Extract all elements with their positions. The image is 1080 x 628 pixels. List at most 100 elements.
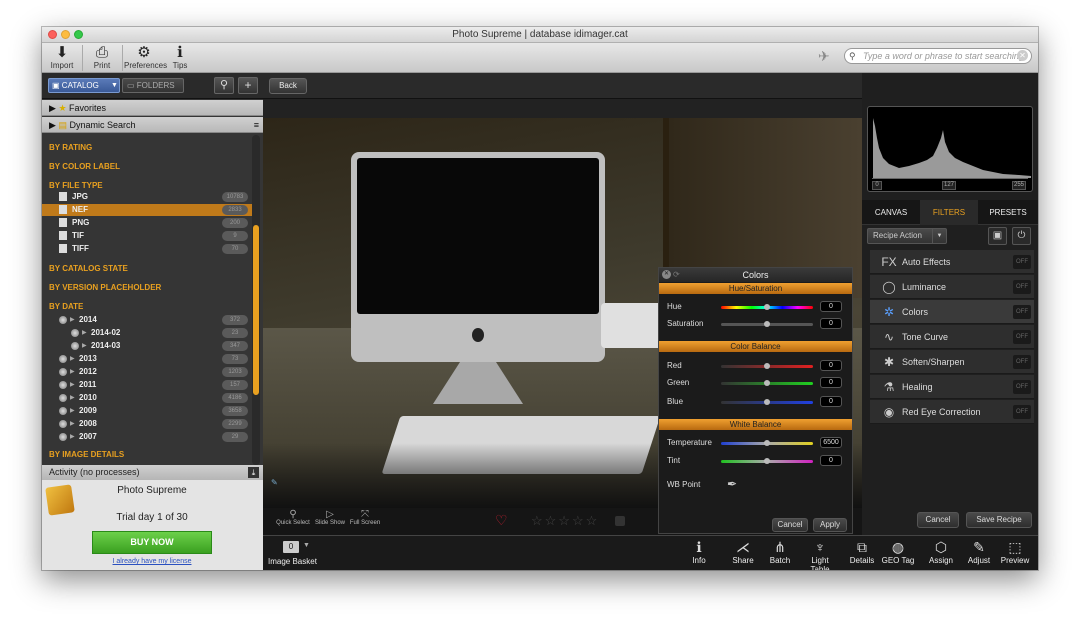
filter-item[interactable]: FX Auto Effects OFF xyxy=(870,250,1034,274)
minimize-window-button[interactable] xyxy=(61,30,70,39)
date-item[interactable]: ▶ 2007 29 xyxy=(42,431,252,443)
file-type-item[interactable]: TIF 9 xyxy=(42,230,252,242)
date-item[interactable]: ▶ 2014-03 347 xyxy=(42,340,252,352)
tab-filters[interactable]: FILTERS xyxy=(920,200,978,225)
temperature-value-input[interactable]: 6500 xyxy=(820,437,842,448)
temperature-slider[interactable] xyxy=(721,440,813,446)
bottom-button-preview[interactable]: ⬚ Preview xyxy=(998,536,1032,570)
date-item[interactable]: ▶ 2011 157 xyxy=(42,379,252,391)
red-slider[interactable] xyxy=(721,363,813,369)
expand-arrow-icon[interactable]: ▶ xyxy=(70,431,75,443)
quick-select-button[interactable]: ⚲ Quick Select xyxy=(275,509,311,526)
zoom-window-button[interactable] xyxy=(74,30,83,39)
expand-arrow-icon[interactable]: ▶ xyxy=(82,327,87,339)
bottom-button-info[interactable]: ℹ Info xyxy=(680,536,718,570)
bottom-button-geo-tag[interactable]: ◍ GEO Tag xyxy=(879,536,917,570)
file-type-item[interactable]: PNG 200 xyxy=(42,217,252,229)
filter-off-toggle[interactable]: OFF xyxy=(1013,305,1031,319)
expand-arrow-icon[interactable]: ▶ xyxy=(70,392,75,404)
tab-canvas[interactable]: CANVAS xyxy=(862,200,920,225)
section-by-catalog-state[interactable]: BY CATALOG STATE xyxy=(49,264,128,273)
section-by-image-details[interactable]: BY IMAGE DETAILS xyxy=(49,450,124,459)
expand-arrow-icon[interactable]: ▶ xyxy=(70,379,75,391)
tint-slider[interactable] xyxy=(721,458,813,464)
section-by-date[interactable]: BY DATE xyxy=(49,302,83,311)
bottom-button-adjust[interactable]: ✎ Adjust xyxy=(960,536,998,570)
expand-arrow-icon[interactable]: ▶ xyxy=(70,314,75,326)
section-by-rating[interactable]: BY RATING xyxy=(49,143,92,152)
filter-off-toggle[interactable]: OFF xyxy=(1013,255,1031,269)
red-value-input[interactable]: 0 xyxy=(820,360,842,371)
close-window-button[interactable] xyxy=(48,30,57,39)
save-recipe-icon[interactable]: ▣ xyxy=(988,227,1007,245)
pin-icon[interactable]: ✎ xyxy=(271,478,278,487)
bottom-button-details[interactable]: ⧉ Details xyxy=(843,536,881,570)
close-dialog-icon[interactable]: ✕ xyxy=(662,270,671,279)
refresh-dialog-icon[interactable]: ⟳ xyxy=(673,268,680,282)
filter-item[interactable]: ⚗ Healing OFF xyxy=(870,375,1034,399)
bottom-button-batch[interactable]: ⋔ Batch xyxy=(761,536,799,570)
recipe-action-select[interactable]: Recipe Action ▼ xyxy=(867,228,947,244)
filter-off-toggle[interactable]: OFF xyxy=(1013,330,1031,344)
hue-slider[interactable] xyxy=(721,304,813,310)
rating-stars[interactable]: ☆☆☆☆☆ xyxy=(531,513,599,529)
full-screen-button[interactable]: ⤧ Full Screen xyxy=(348,509,382,526)
print-button[interactable]: ⎙ Print xyxy=(82,44,122,70)
have-license-link[interactable]: I already have my license xyxy=(82,558,222,565)
green-slider[interactable] xyxy=(721,380,813,386)
recipe-cancel-button[interactable]: Cancel xyxy=(917,512,959,528)
filter-off-toggle[interactable]: OFF xyxy=(1013,405,1031,419)
heart-icon[interactable]: ♡ xyxy=(495,512,508,529)
date-item[interactable]: ▶ 2012 1203 xyxy=(42,366,252,378)
basket-dropdown-icon[interactable]: ▼ xyxy=(303,542,310,549)
bottom-button-light-table[interactable]: ♆ Light Table xyxy=(801,536,839,570)
expand-arrow-icon[interactable]: ▶ xyxy=(82,340,87,352)
filter-off-toggle[interactable]: OFF xyxy=(1013,380,1031,394)
catalog-dropdown-icon[interactable]: ▼ xyxy=(109,78,120,93)
date-item[interactable]: ▶ 2013 73 xyxy=(42,353,252,365)
filter-off-toggle[interactable]: OFF xyxy=(1013,355,1031,369)
menu-icon[interactable]: ≡ xyxy=(254,117,259,133)
date-item[interactable]: ▶ 2014 372 xyxy=(42,314,252,326)
green-value-input[interactable]: 0 xyxy=(820,377,842,388)
file-type-item[interactable]: JPG 10783 xyxy=(42,191,252,203)
tab-presets[interactable]: PRESETS xyxy=(978,200,1038,225)
buy-now-button[interactable]: BUY NOW xyxy=(92,531,212,554)
blue-value-input[interactable]: 0 xyxy=(820,396,842,407)
tint-value-input[interactable]: 0 xyxy=(820,455,842,466)
saturation-value-input[interactable]: 0 xyxy=(820,318,842,329)
import-button[interactable]: ⬇ Import xyxy=(42,44,82,70)
histogram-white-point[interactable]: 255 xyxy=(1012,181,1026,190)
dynamic-search-row[interactable]: ▶ ▤ Dynamic Search ≡ xyxy=(42,117,263,133)
filter-item[interactable]: ✲ Colors OFF xyxy=(870,300,1034,324)
date-item[interactable]: ▶ 2010 4186 xyxy=(42,392,252,404)
section-by-file-type[interactable]: BY FILE TYPE xyxy=(49,181,103,190)
section-by-color-label[interactable]: BY COLOR LABEL xyxy=(49,162,120,171)
filter-off-toggle[interactable]: OFF xyxy=(1013,280,1031,294)
section-by-version-placeholder[interactable]: BY VERSION PLACEHOLDER xyxy=(49,283,161,292)
filter-item[interactable]: ◉ Red Eye Correction OFF xyxy=(870,400,1034,424)
back-button[interactable]: Back xyxy=(269,78,307,94)
blue-slider[interactable] xyxy=(721,399,813,405)
histogram-black-point[interactable]: 0 xyxy=(872,181,882,190)
file-type-item[interactable]: NEF 2833 xyxy=(42,204,252,216)
filter-item[interactable]: ✱ Soften/Sharpen OFF xyxy=(870,350,1034,374)
color-label-swatch[interactable] xyxy=(615,516,625,526)
histogram-mid-point[interactable]: 127 xyxy=(942,181,956,190)
tree-scrollbar[interactable] xyxy=(252,135,260,465)
dialog-apply-button[interactable]: Apply xyxy=(813,518,847,532)
preferences-button[interactable]: ⚙ Preferences xyxy=(124,44,167,70)
expand-arrow-icon[interactable]: ▶ xyxy=(70,353,75,365)
date-item[interactable]: ▶ 2009 3658 xyxy=(42,405,252,417)
expand-arrow-icon[interactable]: ▶ xyxy=(70,418,75,430)
filter-item[interactable]: ∿ Tone Curve OFF xyxy=(870,325,1034,349)
slide-show-button[interactable]: ▷ Slide Show xyxy=(313,509,347,526)
search-input[interactable]: ⚲ Type a word or phrase to start searchi… xyxy=(844,48,1032,64)
bottom-button-share[interactable]: ⋌ Share xyxy=(724,536,762,570)
activity-toggle-icon[interactable]: ⤓ xyxy=(248,467,259,478)
clear-search-icon[interactable]: ✕ xyxy=(1017,50,1028,61)
folders-tab[interactable]: ▭ FOLDERS xyxy=(122,78,184,93)
bottom-button-assign[interactable]: ⬡ Assign xyxy=(922,536,960,570)
filter-item[interactable]: ◯ Luminance OFF xyxy=(870,275,1034,299)
favorites-row[interactable]: ▶ ★ Favorites xyxy=(42,100,263,116)
